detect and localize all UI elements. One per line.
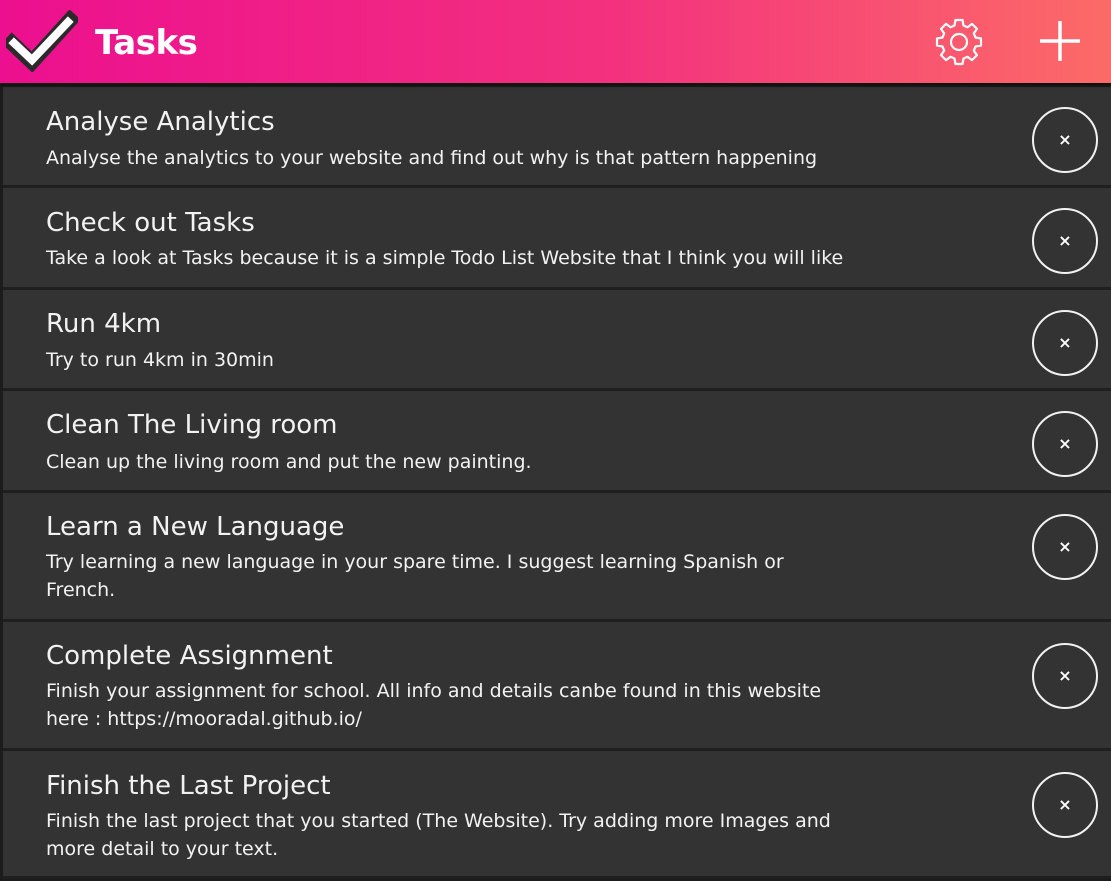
settings-button[interactable] [932,14,986,68]
delete-task-button[interactable]: × [1032,107,1098,173]
delete-task-button[interactable]: × [1032,208,1098,274]
close-icon: × [1058,666,1072,685]
task-description: Finish your assignment for school. All i… [46,680,822,730]
task-description: Try learning a new language in your spar… [46,551,784,601]
task-item[interactable]: Analyse Analytics Analyse the analytics … [3,87,1111,188]
task-item[interactable]: Learn a New Language Try learning a new … [3,493,1111,622]
delete-task-button[interactable]: × [1032,310,1098,376]
app-title: Tasks [95,23,198,63]
task-description: Take a look at Tasks because it is a sim… [46,247,844,269]
delete-task-button[interactable]: × [1032,514,1098,580]
task-description: Clean up the living room and put the new… [46,451,532,473]
delete-task-button[interactable]: × [1032,643,1098,709]
task-description: Finish the last project that you started… [46,810,831,860]
close-icon: × [1058,434,1072,453]
plus-icon [1040,21,1080,61]
delete-task-button[interactable]: × [1032,411,1098,477]
delete-task-button[interactable]: × [1032,772,1098,838]
task-title: Complete Assignment [46,641,333,671]
task-description: Analyse the analytics to your website an… [46,147,818,169]
gear-icon [935,18,983,66]
close-icon: × [1058,130,1072,149]
task-title: Run 4km [46,309,162,339]
task-title: Check out Tasks [46,208,255,238]
task-item[interactable]: Clean The Living room Clean up the livin… [3,391,1111,493]
task-title: Clean The Living room [46,410,338,440]
task-description: Try to run 4km in 30min [46,349,274,371]
task-title: Learn a New Language [46,512,345,542]
task-title: Finish the Last Project [46,771,331,801]
task-item[interactable]: Finish the Last Project Finish the last … [3,751,1111,879]
app-header: Tasks [0,0,1111,83]
task-item[interactable]: Run 4km Try to run 4km in 30min × [3,290,1111,391]
close-icon: × [1058,333,1072,352]
close-icon: × [1058,231,1072,250]
task-item[interactable]: Complete Assignment Finish your assignme… [3,622,1111,751]
checkmark-icon [6,10,78,72]
task-title: Analyse Analytics [46,107,275,137]
task-item[interactable]: Check out Tasks Take a look at Tasks bec… [3,188,1111,290]
task-list: Analyse Analytics Analyse the analytics … [3,87,1111,879]
add-task-button[interactable] [1033,14,1087,68]
close-icon: × [1058,537,1072,556]
close-icon: × [1058,795,1072,814]
